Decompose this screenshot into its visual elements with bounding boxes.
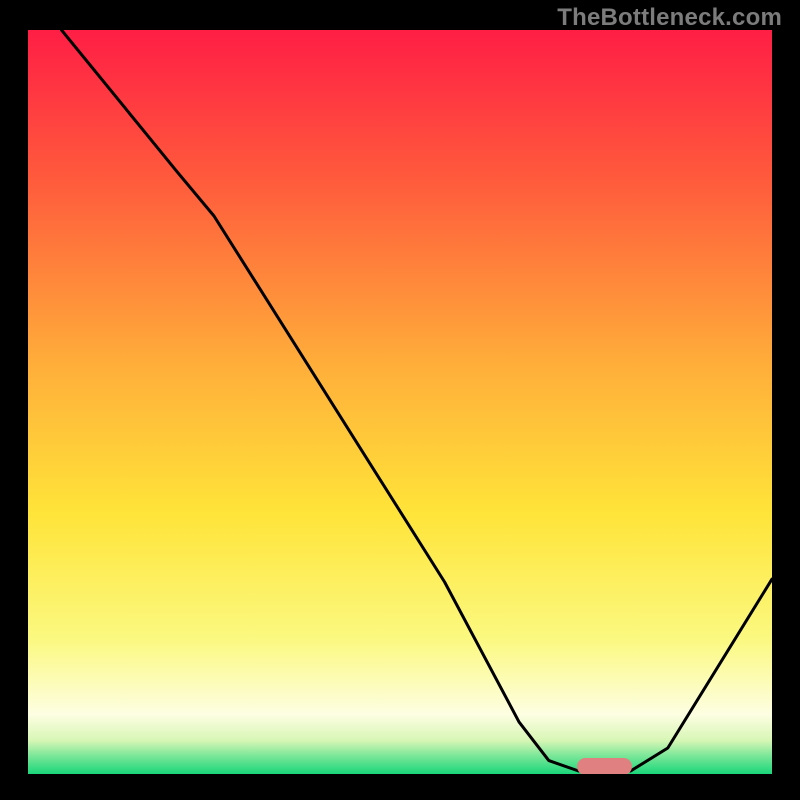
chart-container: TheBottleneck.com bbox=[0, 0, 800, 800]
watermark-text: TheBottleneck.com bbox=[557, 4, 782, 32]
chart-svg bbox=[28, 30, 772, 774]
plot-area bbox=[28, 30, 772, 774]
gradient-background bbox=[28, 30, 772, 774]
optimal-marker bbox=[577, 758, 633, 774]
